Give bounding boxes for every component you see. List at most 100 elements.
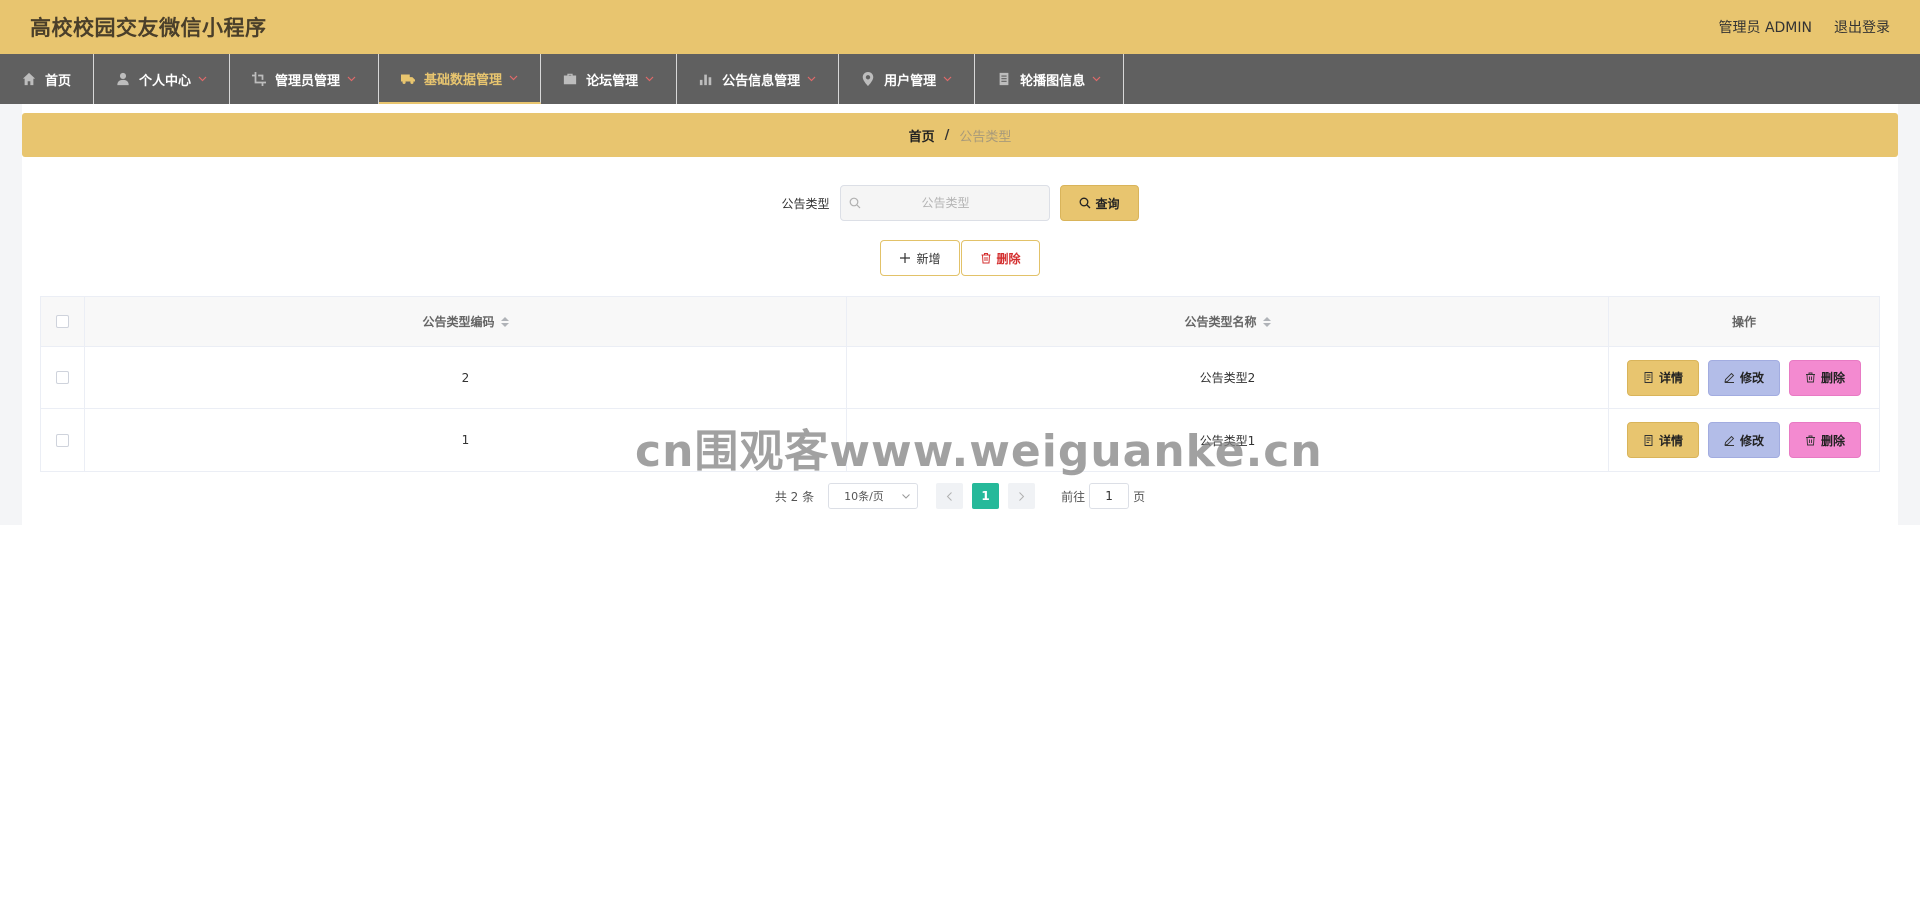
- delete-button-label: 删除: [1821, 371, 1846, 385]
- detail-button-label: 详情: [1658, 371, 1683, 385]
- detail-button[interactable]: 详情: [1626, 422, 1699, 458]
- edit-icon: [1724, 435, 1735, 446]
- detail-button[interactable]: 详情: [1626, 359, 1699, 396]
- batch-delete-button[interactable]: 删除: [960, 240, 1040, 276]
- document-icon: [1644, 434, 1653, 446]
- nav-item-notice-management[interactable]: 公告信息管理: [677, 54, 840, 104]
- chevron-right-icon: [1019, 491, 1025, 501]
- nav-item-home[interactable]: 首页: [0, 54, 95, 104]
- admin-user-label[interactable]: 管理员 ADMIN: [1719, 17, 1813, 37]
- trash-icon: [1806, 435, 1815, 445]
- trash-icon: [1806, 372, 1815, 383]
- chevron-left-icon: [946, 491, 952, 501]
- edit-button-label: 修改: [1739, 371, 1764, 385]
- goto-suffix: 页: [1133, 489, 1146, 504]
- page-number-current[interactable]: 1: [972, 483, 1000, 509]
- plus-icon: [900, 253, 911, 263]
- page-background-right: [1898, 104, 1920, 525]
- notice-type-table: 公告类型编码 公告类型名称 操作 2 公告类型2 详情 修改 删除 1 公告类型…: [40, 296, 1880, 472]
- nav-item-label: 轮播图信息: [1020, 73, 1086, 89]
- nav-item-carousel-info[interactable]: 轮播图信息: [975, 54, 1125, 104]
- add-button-label: 新增: [916, 251, 941, 266]
- table-row: 1 公告类型1 详情 修改 删除: [41, 409, 1879, 471]
- goto-prefix: 前往: [1061, 489, 1086, 504]
- edit-button-label: 修改: [1739, 433, 1764, 448]
- next-page-button[interactable]: [1008, 483, 1036, 509]
- row-code-cell: 2: [85, 347, 847, 408]
- nav-item-label: 用户管理: [884, 73, 937, 89]
- page-size-value: 10条/页: [844, 490, 884, 503]
- row-checkbox[interactable]: [56, 433, 69, 447]
- prev-page-button[interactable]: [936, 483, 964, 509]
- table-row: 2 公告类型2 详情 修改 删除: [41, 347, 1879, 409]
- nav-item-admin-management[interactable]: 管理员管理: [230, 54, 380, 104]
- table-actions: 新增 删除: [22, 240, 1898, 277]
- search-input-wrapper: [839, 185, 1050, 221]
- nav-item-label: 首页: [45, 73, 72, 89]
- nav-item-forum-management[interactable]: 论坛管理: [541, 54, 678, 104]
- row-code-cell: 1: [85, 409, 847, 471]
- row-name-cell: 公告类型1: [847, 409, 1609, 471]
- breadcrumb-separator: /: [944, 127, 950, 143]
- goto-page-input[interactable]: [1089, 483, 1130, 509]
- sort-icon[interactable]: [500, 316, 509, 327]
- pagination: 共 2 条 10条/页 1 前往 页: [22, 483, 1898, 509]
- batch-delete-label: 删除: [996, 251, 1021, 266]
- page-size-select[interactable]: 10条/页: [828, 483, 919, 509]
- crop-icon: [252, 72, 267, 86]
- nav-item-label: 个人中心: [139, 73, 192, 89]
- app-title: 高校校园交友微信小程序: [30, 16, 267, 40]
- search-icon: [1079, 197, 1090, 209]
- query-button[interactable]: 查询: [1059, 185, 1139, 221]
- row-checkbox[interactable]: [56, 371, 69, 384]
- add-button[interactable]: 新增: [880, 240, 960, 276]
- document-icon: [997, 72, 1011, 86]
- nav-item-label: 公告信息管理: [722, 73, 801, 89]
- chevron-down-icon: [347, 76, 356, 82]
- delete-button[interactable]: 删除: [1789, 422, 1862, 458]
- detail-button-label: 详情: [1658, 433, 1683, 448]
- delete-button[interactable]: 删除: [1789, 359, 1862, 396]
- nav-item-personal-center[interactable]: 个人中心: [94, 54, 231, 104]
- home-icon: [22, 72, 36, 86]
- query-button-label: 查询: [1095, 196, 1120, 211]
- delete-button-label: 删除: [1821, 433, 1846, 448]
- header-name-label: 公告类型名称: [1184, 315, 1257, 329]
- document-icon: [1644, 372, 1653, 383]
- chevron-down-icon: [1092, 76, 1101, 82]
- search-form: 公告类型 查询: [22, 185, 1898, 221]
- row-ops-cell: 详情 修改 删除: [1609, 409, 1879, 471]
- edit-icon: [1724, 372, 1735, 383]
- bar-chart-icon: [699, 72, 713, 86]
- page-background-left: [0, 104, 22, 525]
- select-all-checkbox[interactable]: [56, 315, 69, 328]
- location-icon: [861, 72, 875, 86]
- top-nav: 首页 个人中心 管理员管理 基础数据管理 论坛管理 公告信息管理 用户管理 轮播…: [0, 54, 1920, 104]
- header-code-cell[interactable]: 公告类型编码: [85, 297, 847, 346]
- edit-button[interactable]: 修改: [1707, 359, 1780, 396]
- app-header: 高校校园交友微信小程序 管理员 ADMIN 退出登录: [0, 0, 1920, 54]
- search-icon: [849, 197, 860, 209]
- header-name-cell[interactable]: 公告类型名称: [847, 297, 1609, 346]
- search-label: 公告类型: [781, 196, 830, 211]
- nav-item-label: 论坛管理: [586, 73, 639, 89]
- edit-button[interactable]: 修改: [1707, 422, 1780, 458]
- chevron-down-icon: [807, 76, 816, 82]
- chevron-down-icon: [645, 76, 654, 82]
- chevron-down-icon: [198, 76, 207, 82]
- user-icon: [116, 72, 130, 86]
- truck-icon: [401, 71, 416, 85]
- logout-link[interactable]: 退出登录: [1834, 17, 1890, 37]
- nav-item-basic-data-management[interactable]: 基础数据管理: [379, 54, 542, 104]
- pagination-total: 共 2 条: [774, 489, 815, 504]
- breadcrumb-home[interactable]: 首页: [909, 126, 935, 145]
- search-input[interactable]: [860, 196, 1031, 210]
- row-name-cell: 公告类型2: [847, 347, 1609, 408]
- nav-item-user-management[interactable]: 用户管理: [839, 54, 976, 104]
- sort-icon[interactable]: [1262, 316, 1271, 327]
- breadcrumb-current: 公告类型: [959, 129, 1012, 145]
- header-ops-label: 操作: [1731, 315, 1756, 329]
- page-jumper: 前往 页: [1061, 483, 1145, 509]
- row-check-cell: [41, 409, 85, 471]
- nav-item-label: 基础数据管理: [424, 72, 503, 88]
